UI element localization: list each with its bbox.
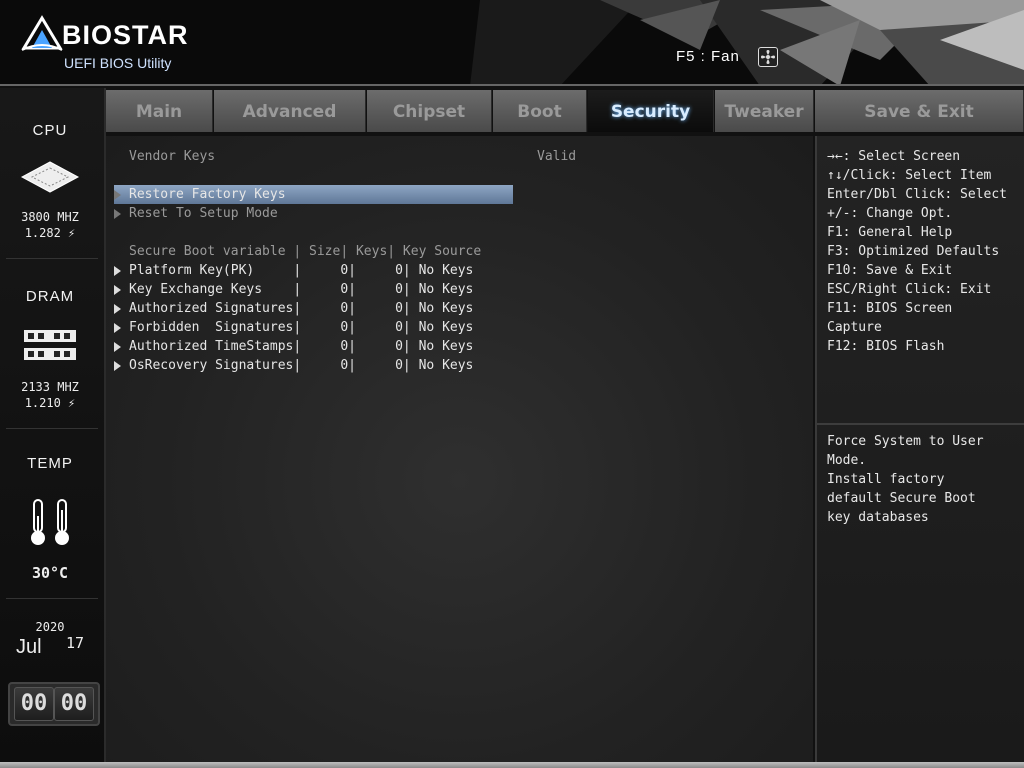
help-description-line: Force System to User (827, 434, 984, 449)
restore-factory-keys-item[interactable]: Restore Factory Keys (129, 185, 286, 204)
dram-label: DRAM (25, 288, 75, 305)
tab-tweaker[interactable]: Tweaker (715, 90, 814, 132)
help-key-line: F10: Save & Exit (827, 263, 953, 278)
table-row[interactable]: Platform Key(PK) | 0| 0| No Keys (129, 261, 473, 280)
tab-boot[interactable]: Boot (493, 90, 587, 132)
help-key-line: Capture (827, 320, 882, 335)
fan-hotkey-hint: F5 : Fan (676, 48, 740, 65)
tab-advanced[interactable]: Advanced (214, 90, 366, 132)
vendor-keys-label: Vendor Keys (129, 149, 216, 164)
dram-voltage: 1.210 ⚡ (24, 396, 76, 410)
help-key-line: +/-: Change Opt. (827, 206, 953, 221)
submenu-arrow-icon (114, 342, 121, 352)
submenu-arrow-icon (114, 361, 121, 371)
thermometer-icon (31, 499, 69, 545)
secure-boot-table-header: Secure Boot variable | Size| Keys| Key S… (129, 244, 482, 259)
header-divider (0, 84, 1024, 86)
bottom-bezel (0, 762, 1024, 768)
date-year: 2020 (35, 620, 65, 634)
submenu-arrow-icon (114, 304, 121, 314)
tab-main[interactable]: Main (106, 90, 213, 132)
security-settings-panel: Vendor Keys Valid Restore Factory Keys R… (106, 136, 813, 762)
table-row[interactable]: Authorized TimeStamps| 0| 0| No Keys (129, 337, 473, 356)
brand-subtitle: UEFI BIOS Utility (64, 55, 172, 71)
table-row[interactable]: Forbidden Signatures| 0| 0| No Keys (129, 318, 473, 337)
help-key-line: →←: Select Screen (827, 149, 961, 164)
help-description-line: default Secure Boot (827, 491, 976, 506)
dram-module-icon (24, 330, 76, 360)
help-key-line: F12: BIOS Flash (827, 339, 945, 354)
header-banner: BIOSTAR UEFI BIOS Utility F5 : Fan (0, 0, 1024, 86)
help-key-line: F11: BIOS Screen (827, 301, 953, 316)
fan-icon[interactable] (758, 47, 778, 67)
status-sidebar: CPU 3800 MHZ 1.282 ⚡ DRAM 2133 MHZ 1.210… (0, 88, 106, 762)
temperature-value: 30°C (31, 564, 69, 582)
help-description-line: key databases (827, 510, 929, 525)
help-key-line: ESC/Right Click: Exit (827, 282, 992, 297)
date-month: Jul (16, 636, 42, 658)
table-row[interactable]: Authorized Signatures| 0| 0| No Keys (129, 299, 473, 318)
tab-chipset[interactable]: Chipset (367, 90, 492, 132)
tab-save-exit[interactable]: Save & Exit (815, 90, 1024, 132)
table-row[interactable]: OsRecovery Signatures| 0| 0| No Keys (129, 356, 473, 375)
sidebar-divider (6, 598, 98, 599)
cpu-voltage: 1.282 ⚡ (24, 226, 76, 240)
table-row[interactable]: Key Exchange Keys | 0| 0| No Keys (129, 280, 473, 299)
help-description-line: Install factory (827, 472, 945, 487)
tab-bar: Main Advanced Chipset Boot Security Twea… (106, 90, 1024, 134)
vendor-keys-value: Valid (537, 149, 577, 164)
reset-setup-mode-item[interactable]: Reset To Setup Mode (129, 204, 278, 223)
help-key-line: F3: Optimized Defaults (827, 244, 1000, 259)
temp-label: TEMP (27, 455, 73, 472)
help-key-line: ↑↓/Click: Select Item (827, 168, 992, 183)
clock-minutes: 00 (54, 687, 94, 721)
help-key-line: F1: General Help (827, 225, 953, 240)
cpu-chip-icon (20, 161, 80, 193)
tab-security[interactable]: Security (588, 90, 714, 132)
submenu-arrow-icon (114, 285, 121, 295)
brand-name: BIOSTAR (62, 20, 189, 50)
dram-frequency: 2133 MHZ (21, 380, 79, 394)
submenu-arrow-icon (114, 266, 121, 276)
help-key-line: Enter/Dbl Click: Select (827, 187, 1008, 202)
sidebar-divider (6, 258, 98, 259)
submenu-arrow-icon (114, 323, 121, 333)
submenu-arrow-icon (114, 209, 121, 219)
cpu-frequency: 3800 MHZ (21, 210, 79, 224)
clock-hours: 00 (14, 687, 54, 721)
cpu-label: CPU (32, 122, 68, 139)
date-day: 17 (66, 634, 85, 652)
help-divider (817, 423, 1024, 425)
clock-display: 00 00 (8, 682, 100, 726)
help-panel: →←: Select Screen ↑↓/Click: Select Item … (815, 136, 1024, 762)
submenu-arrow-icon (114, 190, 121, 200)
help-description-line: Mode. (827, 453, 867, 468)
sidebar-divider (6, 428, 98, 429)
